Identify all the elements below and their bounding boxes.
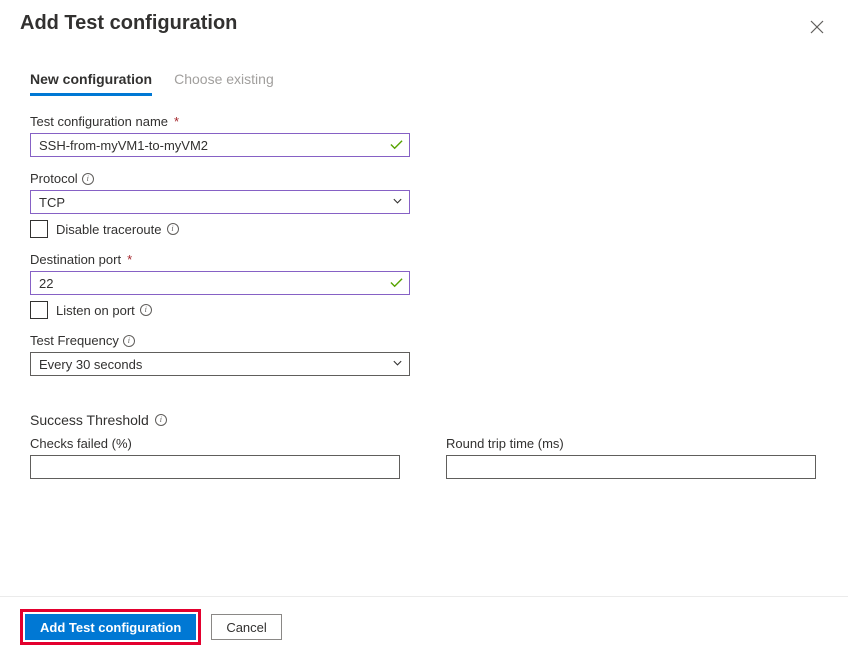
test-frequency-select[interactable]: Every 30 seconds	[30, 352, 410, 376]
test-config-name-input[interactable]	[30, 133, 410, 157]
info-icon[interactable]: i	[123, 335, 135, 347]
disable-traceroute-checkbox[interactable]	[30, 220, 48, 238]
test-config-name-label: Test configuration name*	[30, 114, 828, 129]
checks-failed-label: Checks failed (%)	[30, 436, 400, 451]
destination-port-input[interactable]	[30, 271, 410, 295]
info-icon[interactable]: i	[82, 173, 94, 185]
rtt-label: Round trip time (ms)	[446, 436, 816, 451]
checks-failed-input[interactable]	[30, 455, 400, 479]
rtt-input[interactable]	[446, 455, 816, 479]
destination-port-label: Destination port*	[30, 252, 828, 267]
cancel-button[interactable]: Cancel	[211, 614, 281, 640]
disable-traceroute-label: Disable traceroute i	[56, 222, 179, 237]
close-icon	[810, 20, 824, 34]
panel-title: Add Test configuration	[20, 12, 237, 35]
protocol-label: Protocol i	[30, 171, 828, 186]
success-threshold-heading: Success Threshold i	[30, 412, 828, 428]
highlight-box: Add Test configuration	[20, 609, 201, 645]
protocol-select[interactable]: TCP	[30, 190, 410, 214]
tab-bar: New configuration Choose existing	[20, 71, 828, 96]
test-frequency-label: Test Frequency i	[30, 333, 828, 348]
footer-actions: Add Test configuration Cancel	[0, 596, 848, 657]
required-indicator: *	[127, 252, 132, 267]
listen-on-port-checkbox[interactable]	[30, 301, 48, 319]
add-test-configuration-button[interactable]: Add Test configuration	[25, 614, 196, 640]
tab-new-configuration[interactable]: New configuration	[30, 71, 152, 96]
info-icon[interactable]: i	[155, 414, 167, 426]
info-icon[interactable]: i	[167, 223, 179, 235]
required-indicator: *	[174, 114, 179, 129]
info-icon[interactable]: i	[140, 304, 152, 316]
close-button[interactable]	[806, 16, 828, 41]
listen-on-port-label: Listen on port i	[56, 303, 152, 318]
tab-choose-existing[interactable]: Choose existing	[174, 71, 274, 96]
